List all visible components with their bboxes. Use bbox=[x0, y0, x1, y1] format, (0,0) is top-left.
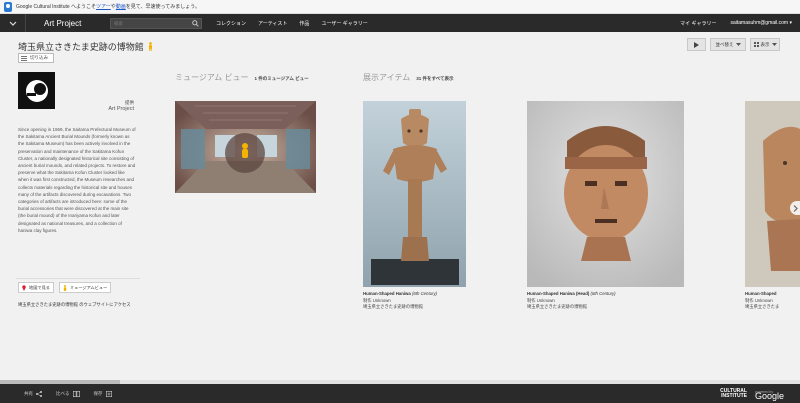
nav-link-user-galleries[interactable]: ユーザー ギャラリー bbox=[321, 20, 367, 27]
haniwa-figure-image bbox=[363, 101, 466, 287]
view-controls: 並べ替え 表示 bbox=[683, 38, 780, 51]
exhibit-item-image-2[interactable] bbox=[527, 101, 684, 287]
museum-view-thumbnail[interactable] bbox=[175, 101, 316, 193]
exhibit-item-caption-3: Human-Shaped 制作 Unknown 埼玉県立さきたま bbox=[745, 291, 800, 311]
search-input[interactable] bbox=[111, 18, 191, 28]
creator-label: 制作 bbox=[527, 297, 536, 303]
item-museum[interactable]: 埼玉県立さきたま史跡の博物館 bbox=[363, 304, 513, 311]
save-label: 保存 bbox=[93, 390, 103, 396]
nav-link-artists[interactable]: アーティスト bbox=[258, 20, 287, 27]
notification-text-after: を見て、早速使ってみましょう。 bbox=[125, 4, 200, 10]
museum-actions: 地図で見る ミュージアムビュー bbox=[18, 282, 116, 293]
brand-area: CULTURAL INSTITUTE powered by Google bbox=[720, 388, 800, 401]
nav-link-artworks[interactable]: 作品 bbox=[299, 20, 309, 27]
tour-link[interactable]: ツアー bbox=[96, 4, 111, 10]
map-button-label: 地図で見る bbox=[29, 284, 50, 290]
museum-meta: 提供 Art Project bbox=[18, 99, 134, 113]
top-navigation: Art Project コレクション アーティスト 作品 ユーザー ギャラリー … bbox=[0, 14, 800, 32]
museum-view-button[interactable]: ミュージアムビュー bbox=[58, 282, 112, 293]
collapse-button[interactable]: 切り込み bbox=[18, 53, 54, 63]
view-dropdown[interactable]: 表示 bbox=[750, 38, 780, 51]
chevron-down-icon bbox=[9, 21, 16, 26]
museum-view-heading: ミュージアム ビュー bbox=[175, 73, 249, 82]
share-label: 共有 bbox=[24, 390, 33, 396]
haniwa-head-image bbox=[527, 101, 684, 287]
my-gallery-link[interactable]: マイ ギャラリー bbox=[680, 20, 716, 27]
play-button[interactable] bbox=[687, 38, 706, 51]
compare-button[interactable]: 比べる bbox=[56, 391, 80, 397]
account-menu[interactable]: saitamasuhm@gmail.com ▾ bbox=[731, 20, 793, 26]
site-title[interactable]: Art Project bbox=[44, 19, 96, 28]
play-icon bbox=[694, 41, 699, 48]
search-icon[interactable] bbox=[192, 19, 199, 27]
nav-links: コレクション アーティスト 作品 ユーザー ギャラリー bbox=[216, 20, 380, 27]
sort-label: 並べ替え bbox=[715, 41, 734, 47]
museum-description: Since opening in 1969, the Saitama Prefe… bbox=[18, 127, 136, 233]
sort-dropdown[interactable]: 並べ替え bbox=[710, 38, 746, 51]
museum-view-section-header: ミュージアム ビュー 1 件のミュージアム ビュー bbox=[175, 72, 309, 83]
powered-by-google[interactable]: powered by Google bbox=[754, 390, 784, 401]
creator-value: Unknown bbox=[754, 297, 773, 303]
item-title-text: Human-Shaped Haniwa (Head) bbox=[527, 291, 590, 296]
museum-view-button-label: ミュージアムビュー bbox=[69, 284, 108, 290]
meta-label: 提供 bbox=[125, 100, 134, 105]
item-title-text: Human-Shaped bbox=[745, 291, 777, 296]
divider bbox=[16, 278, 140, 279]
brand-line-2: INSTITUTE bbox=[721, 392, 747, 399]
video-link[interactable]: 動画 bbox=[116, 4, 126, 10]
exhibit-item-image-1[interactable] bbox=[363, 101, 466, 287]
google-wordmark: Google bbox=[754, 390, 784, 401]
share-icon bbox=[36, 390, 42, 397]
pegman-icon bbox=[63, 284, 67, 291]
meta-value: Art Project bbox=[108, 106, 134, 112]
notification-message: Google Cultural Institute へようこそツアーや動画を見て… bbox=[16, 3, 200, 10]
item-museum[interactable]: 埼玉県立さきたま史跡の博物館 bbox=[527, 304, 717, 311]
menu-lines-icon bbox=[21, 55, 27, 61]
exhibits-count-link[interactable]: 31 件をすべて表示 bbox=[416, 76, 453, 82]
map-button[interactable]: 地図で見る bbox=[18, 282, 54, 293]
cultural-institute-wordmark[interactable]: CULTURAL INSTITUTE bbox=[720, 388, 747, 399]
museum-website-link[interactable]: 埼玉県立さきたま史跡の博物館 のウェブサイトにアクセス bbox=[18, 302, 131, 308]
exhibits-section-header: 展示アイテム 31 件をすべて表示 bbox=[363, 72, 453, 83]
view-label: 表示 bbox=[760, 41, 770, 47]
chevron-right-icon bbox=[793, 204, 798, 212]
museum-interior-image bbox=[175, 101, 316, 193]
museum-view-count[interactable]: 1 件のミュージアム ビュー bbox=[255, 76, 309, 82]
haniwa-figure-partial-image bbox=[745, 101, 800, 287]
creator-label: 制作 bbox=[363, 297, 372, 303]
map-pin-icon bbox=[22, 284, 26, 291]
nav-link-collections[interactable]: コレクション bbox=[216, 20, 246, 27]
footer-bar: 共有 比べる 保存 CULTURAL INSTITUTE powered by … bbox=[0, 384, 800, 403]
chevron-down-icon bbox=[735, 43, 741, 46]
pegman-icon[interactable] bbox=[148, 42, 153, 51]
item-century: (6th Century) bbox=[411, 291, 438, 296]
account-area: マイ ギャラリー saitamasuhm@gmail.com ▾ bbox=[666, 20, 800, 27]
grid-icon bbox=[753, 42, 759, 47]
cultural-institute-logo-icon bbox=[4, 1, 12, 12]
compare-icon bbox=[72, 390, 80, 397]
menu-chevron-button[interactable] bbox=[0, 14, 26, 32]
collapse-label: 切り込み bbox=[30, 55, 48, 60]
page-title: 埼玉県立さきたま史跡の博物館 bbox=[18, 40, 153, 53]
chevron-down-icon bbox=[771, 43, 777, 46]
search-box bbox=[110, 17, 202, 29]
save-icon bbox=[105, 390, 112, 397]
exhibit-item-caption-2: Human-Shaped Haniwa (Head) (6th Century)… bbox=[527, 291, 717, 311]
save-button[interactable]: 保存 bbox=[94, 391, 112, 397]
item-title-text: Human-Shaped Haniwa bbox=[363, 291, 411, 296]
share-button[interactable]: 共有 bbox=[24, 390, 42, 397]
notification-bar: Google Cultural Institute へようこそツアーや動画を見て… bbox=[0, 0, 800, 14]
exhibit-item-image-3[interactable] bbox=[745, 101, 800, 287]
item-museum[interactable]: 埼玉県立さきたま bbox=[745, 304, 800, 311]
exhibits-heading: 展示アイテム bbox=[363, 73, 411, 82]
creator-label: 制作 bbox=[745, 297, 754, 303]
next-arrow-button[interactable] bbox=[790, 201, 800, 215]
item-century: (6th Century) bbox=[590, 291, 616, 296]
creator-value: Unknown bbox=[536, 297, 555, 303]
compare-label: 比べる bbox=[56, 390, 70, 396]
exhibit-item-caption-1: Human-Shaped Haniwa (6th Century) 制作 Unk… bbox=[363, 291, 513, 311]
page-title-text: 埼玉県立さきたま史跡の博物館 bbox=[18, 42, 144, 52]
notification-text: Google Cultural Institute へようこそ bbox=[16, 4, 97, 10]
creator-value: Unknown bbox=[372, 297, 391, 303]
